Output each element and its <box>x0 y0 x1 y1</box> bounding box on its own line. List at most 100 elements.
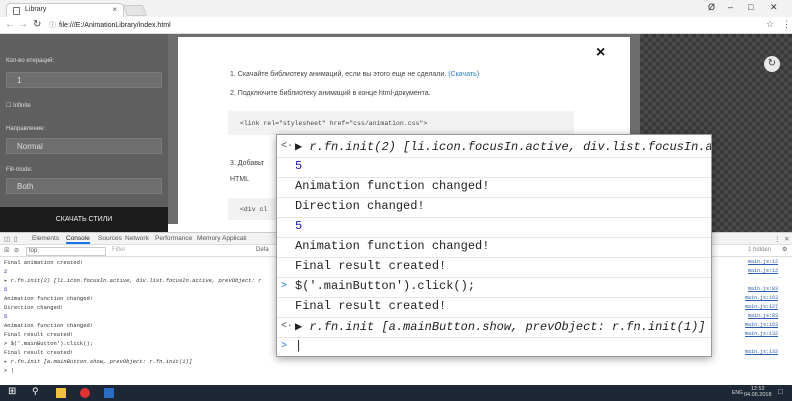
prompt-icon: <· <box>281 321 294 332</box>
page-icon <box>13 7 20 15</box>
chrome-icon[interactable] <box>80 388 90 398</box>
context-select[interactable]: top <box>26 247 106 256</box>
source-link[interactable]: main.js:12 <box>748 259 778 265</box>
maximize-button[interactable]: □ <box>748 2 753 12</box>
step-1-text: 1. Скачайте библиотеку анимаций, если вы… <box>230 71 447 78</box>
tab-console[interactable]: Console <box>66 235 90 244</box>
step-1: 1. Скачайте библиотеку анимаций, если вы… <box>230 71 479 78</box>
back-icon[interactable]: ← <box>5 19 15 30</box>
zoomed-console-line: ▶ r.fn.init(2) [li.icon.focusIn.active, … <box>295 140 712 154</box>
tab-close-button[interactable]: × <box>112 5 117 14</box>
source-link[interactable]: main.js:127 <box>745 304 778 310</box>
zoomed-console-line: $('.mainButton').click(); <box>295 279 476 293</box>
zoomed-console-overlay: <· ▶ r.fn.init(2) [li.icon.focusIn.active… <box>276 134 712 357</box>
system-clock[interactable]: 12:52 04.06.2018 <box>744 386 772 398</box>
tab-memory[interactable]: Memory <box>197 235 220 242</box>
console-separator <box>277 197 711 198</box>
devtools-menu-icon[interactable]: ⋮ <box>774 235 781 243</box>
console-line: 5 <box>4 313 8 320</box>
zoomed-console-line: Final result created! <box>295 259 447 273</box>
replay-icon[interactable]: ↻ <box>764 56 780 72</box>
reload-icon[interactable]: ↻ <box>33 19 41 30</box>
console-line: Final result created! <box>4 349 74 356</box>
console-line: 5 <box>4 286 8 293</box>
clear-console-icon[interactable]: ☒ <box>4 247 9 254</box>
inspect-icon[interactable]: ◫ <box>4 235 10 243</box>
source-link[interactable]: main.js:163 <box>745 322 778 328</box>
source-link[interactable]: main.js:83 <box>748 313 778 319</box>
hidden-count: 1 hidden <box>748 247 772 253</box>
levels-select[interactable]: Defa <box>256 247 269 253</box>
account-icon[interactable]: Ø <box>708 2 715 12</box>
url-text: file:///E:/AnimationLibrary/index.html <box>59 22 171 29</box>
source-link[interactable]: main.js:12 <box>748 268 778 274</box>
code-block-link: <link rel="stylesheet" href="css/animati… <box>228 111 574 135</box>
zoomed-console-line: 5 <box>295 159 303 173</box>
source-link[interactable]: main.js:163 <box>745 295 778 301</box>
clock-date: 04.06.2018 <box>744 392 772 398</box>
download-styles-button[interactable]: СКАЧАТЬ СТИЛИ <box>0 207 168 232</box>
forward-icon[interactable]: → <box>18 19 28 30</box>
console-line: Final result created! <box>4 331 74 338</box>
device-icon[interactable]: ▯ <box>14 235 18 243</box>
console-separator <box>277 297 711 298</box>
new-tab-button[interactable] <box>122 5 148 16</box>
zoomed-console-line: ▶ r.fn.init [a.mainButton.show, prevObje… <box>295 320 706 334</box>
bookmark-star-icon[interactable]: ☆ <box>766 19 774 30</box>
tab-application[interactable]: Applicati <box>222 235 247 242</box>
browser-tab[interactable]: Library × <box>6 3 124 17</box>
console-separator <box>277 177 711 178</box>
console-line: Direction changed! <box>4 304 64 311</box>
fill-mode-select[interactable]: Both <box>6 178 162 194</box>
zoomed-console-line: | <box>295 339 303 353</box>
zoomed-console-line: Final result created! <box>295 299 447 313</box>
tab-network[interactable]: Network <box>125 235 149 242</box>
step-2: 2. Подключите библиотеку анимаций в конц… <box>230 90 431 97</box>
iterations-input[interactable]: 1 <box>6 72 162 88</box>
direction-label: Направление: <box>6 126 46 132</box>
zoomed-console-line: Animation function changed! <box>295 179 490 193</box>
settings-gear-icon[interactable]: ⚙ <box>782 246 787 253</box>
notification-icon[interactable]: □ <box>778 387 783 396</box>
prompt-icon: <· <box>281 141 294 152</box>
minimize-button[interactable]: – <box>728 2 733 12</box>
app-icon[interactable] <box>104 388 114 398</box>
search-icon[interactable]: ⚲ <box>32 386 42 396</box>
console-separator <box>277 257 711 258</box>
download-link[interactable]: (Скачать) <box>448 71 479 78</box>
iterations-label: Кол-во итераций: <box>6 58 55 64</box>
source-link[interactable]: main.js:132 <box>745 331 778 337</box>
console-separator <box>277 217 711 218</box>
file-explorer-icon[interactable] <box>56 388 66 398</box>
url-field[interactable]: ⓘ file:///E:/AnimationLibrary/index.html <box>49 20 171 30</box>
source-link[interactable]: main.js:83 <box>748 286 778 292</box>
step-3: 3. Добавьт <box>230 160 265 167</box>
filter-input[interactable]: Filter <box>112 247 125 253</box>
zoomed-console-line: Animation function changed! <box>295 239 490 253</box>
language-indicator[interactable]: ENG <box>732 390 743 396</box>
menu-icon[interactable]: ⋮ <box>782 19 791 30</box>
direction-select[interactable]: Normal <box>6 138 162 154</box>
html-label: HTML <box>230 176 250 183</box>
infinite-checkbox[interactable]: ☐ Infinite <box>6 102 31 109</box>
console-separator <box>277 337 711 338</box>
tab-title: Library <box>25 6 47 13</box>
console-separator <box>277 277 711 278</box>
console-line: > $('.mainButton').click(); <box>4 340 94 347</box>
tab-elements[interactable]: Elements <box>32 235 59 242</box>
tab-performance[interactable]: Performance <box>155 235 192 242</box>
block-icon[interactable]: ⊘ <box>14 247 19 254</box>
prompt-icon: > <box>281 341 288 352</box>
prompt-icon: > <box>281 281 288 292</box>
devtools-close-icon[interactable]: ✕ <box>784 235 789 243</box>
close-window-button[interactable]: ✕ <box>770 2 778 13</box>
taskbar <box>0 385 792 401</box>
source-link[interactable]: main.js:132 <box>745 349 778 355</box>
fill-mode-label: Fill-mode: <box>6 167 33 173</box>
tab-sources[interactable]: Sources <box>98 235 122 242</box>
console-line: Animation function changed! <box>4 322 94 329</box>
console-separator <box>277 237 711 238</box>
windows-start-icon[interactable]: ⊞ <box>8 386 18 397</box>
modal-close-button[interactable]: × <box>596 44 605 62</box>
console-line: > | <box>4 367 14 374</box>
